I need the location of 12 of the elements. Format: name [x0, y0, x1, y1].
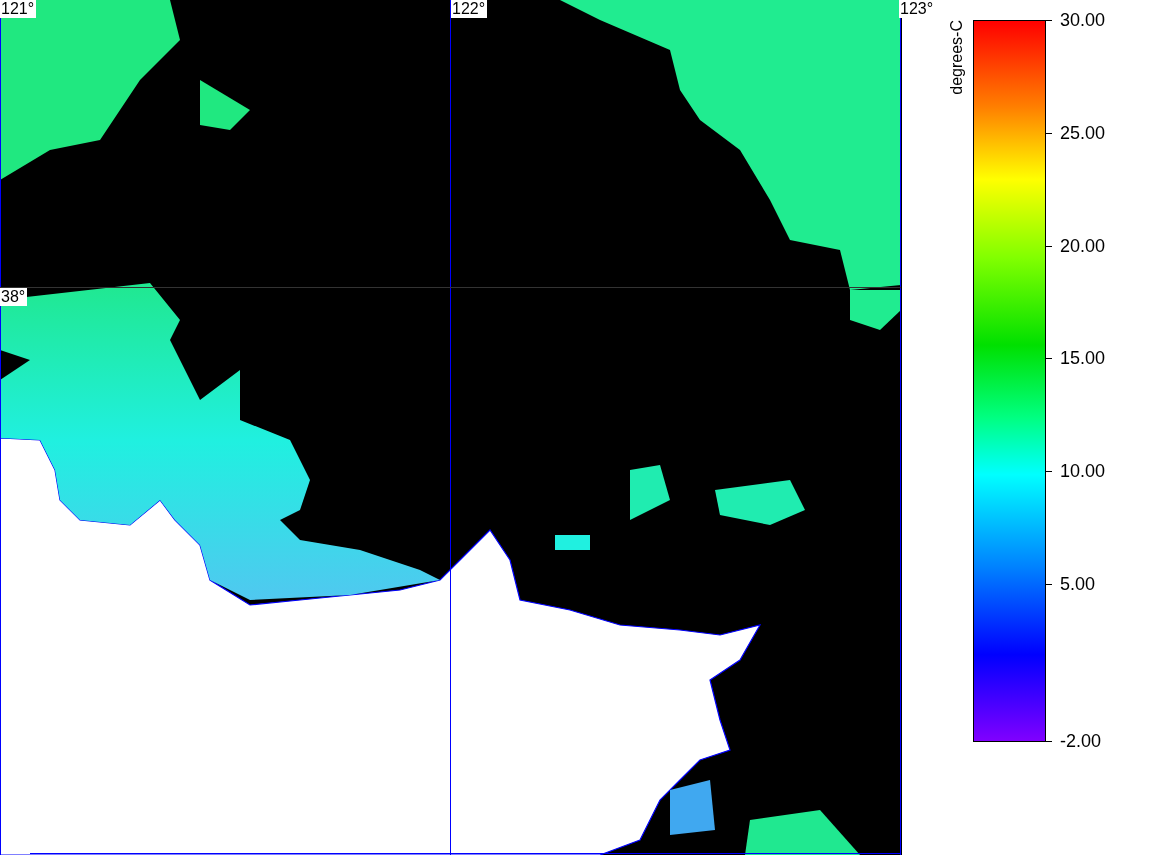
colorbar-tick-label: 5.00	[1060, 573, 1096, 595]
longitude-label: 121°	[0, 0, 37, 18]
latitude-label: 38°	[0, 288, 28, 306]
longitude-label: 122°	[451, 0, 488, 18]
colorbar-tick-label: 20.00	[1060, 235, 1106, 257]
colorbar-tick-label: 15.00	[1060, 347, 1106, 369]
colorbar-title: degrees-C	[948, 20, 966, 95]
colorbar-tick-label: -2.00	[1060, 730, 1102, 752]
colorbar-tick-label: 25.00	[1060, 122, 1106, 144]
longitude-label: 123°	[899, 0, 936, 18]
colorbar-tick-label: 30.00	[1060, 9, 1106, 31]
colorbar-tick-label: 10.00	[1060, 460, 1106, 482]
